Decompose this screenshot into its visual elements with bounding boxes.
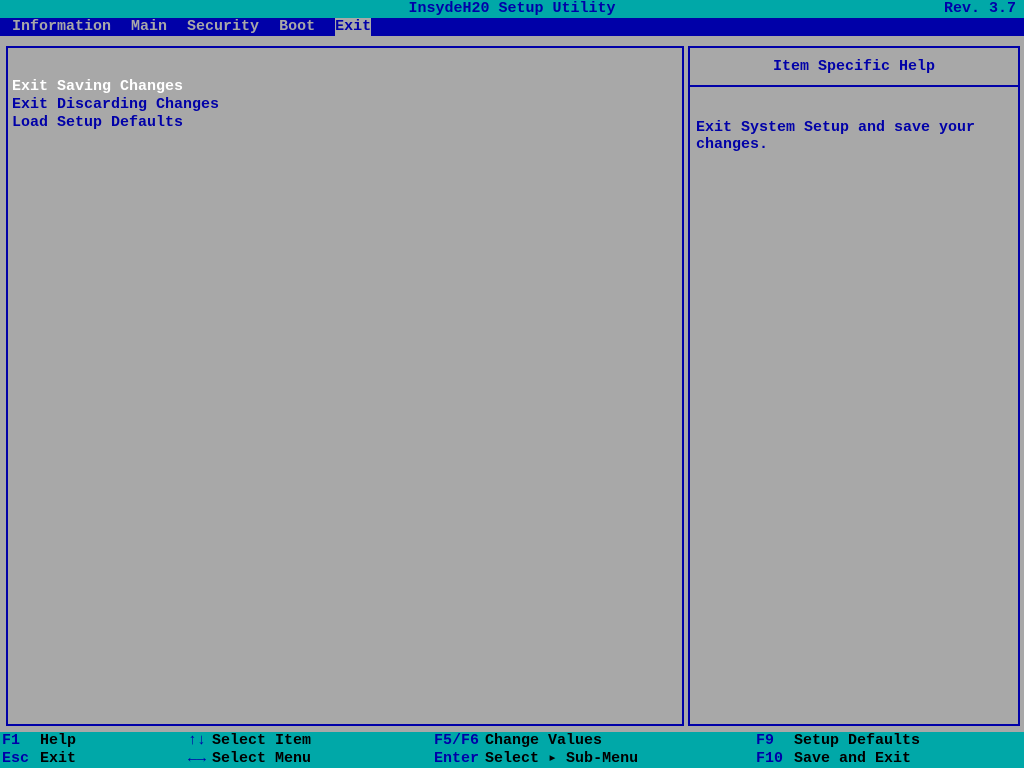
menu-security[interactable]: Security [187, 18, 259, 36]
key-enter: Enter [434, 750, 479, 768]
option-exit-saving-changes[interactable]: Exit Saving Changes [12, 78, 678, 96]
title-bar: InsydeH20 Setup Utility Rev. 3.7 [0, 0, 1024, 18]
label-select-item: Select Item [212, 732, 311, 750]
help-text: Exit System Setup and save your changes. [696, 119, 975, 153]
menu-main[interactable]: Main [131, 18, 167, 36]
label-save-exit: Save and Exit [794, 750, 911, 768]
key-f5-f6: F5/F6 [434, 732, 479, 750]
label-help: Help [40, 732, 76, 750]
footer-select-item: ↑↓ Select Item [188, 732, 434, 750]
footer-save-exit: F10 Save and Exit [756, 750, 1022, 768]
key-f10: F10 [756, 750, 783, 768]
footer-select-menu: ←→ Select Menu [188, 750, 434, 768]
label-select-menu: Select Menu [212, 750, 311, 768]
key-f1: F1 [2, 732, 20, 750]
help-panel-title: Item Specific Help [688, 46, 1020, 85]
label-exit: Exit [40, 750, 76, 768]
help-title: Item Specific Help [773, 58, 935, 75]
label-change-values: Change Values [485, 732, 602, 750]
work-area: Exit Saving Changes Exit Discarding Chan… [0, 36, 1024, 732]
menu-bar: Information Main Security Boot Exit [0, 18, 1024, 36]
menu-exit[interactable]: Exit [335, 18, 371, 36]
app-title: InsydeH20 Setup Utility [408, 0, 615, 18]
updown-arrows-icon: ↑↓ [188, 732, 206, 750]
footer-setup-defaults: F9 Setup Defaults [756, 732, 1022, 750]
help-panel-body: Exit System Setup and save your changes. [688, 85, 1020, 726]
leftright-arrows-icon: ←→ [188, 750, 206, 768]
label-select-submenu: Select ▸ Sub-Menu [485, 750, 638, 768]
key-esc: Esc [2, 750, 29, 768]
footer-esc-exit: Esc Exit [2, 750, 188, 768]
label-setup-defaults: Setup Defaults [794, 732, 920, 750]
footer-bar: F1 Help ↑↓ Select Item F5/F6 Change Valu… [0, 732, 1024, 768]
menu-information[interactable]: Information [12, 18, 111, 36]
footer-change-values: F5/F6 Change Values [434, 732, 756, 750]
menu-boot[interactable]: Boot [279, 18, 315, 36]
option-exit-discarding-changes[interactable]: Exit Discarding Changes [12, 96, 678, 114]
footer-f1-help: F1 Help [2, 732, 188, 750]
footer-enter-submenu: Enter Select ▸ Sub-Menu [434, 750, 756, 768]
option-load-setup-defaults[interactable]: Load Setup Defaults [12, 114, 678, 132]
key-f9: F9 [756, 732, 774, 750]
main-panel: Exit Saving Changes Exit Discarding Chan… [6, 46, 684, 726]
app-revision: Rev. 3.7 [944, 0, 1016, 18]
